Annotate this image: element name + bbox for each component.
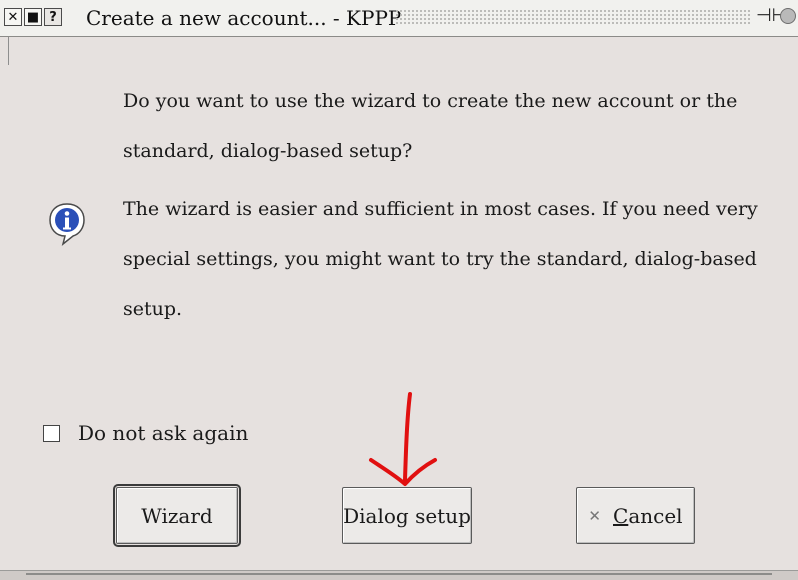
wizard-button-label: Wizard — [141, 503, 213, 528]
help-button[interactable]: ? — [44, 8, 62, 26]
settings-icon[interactable] — [780, 8, 796, 24]
maximize-button[interactable]: ■ — [24, 8, 42, 26]
message-text: Do you want to use the wizard to create … — [123, 76, 783, 334]
dialog-setup-button-label: Dialog setup — [343, 503, 471, 528]
close-button[interactable]: ✕ — [4, 8, 22, 26]
explanation-text: The wizard is easier and sufficient in m… — [123, 198, 758, 320]
wizard-button[interactable]: Wizard — [113, 484, 241, 547]
help-icon: ? — [49, 9, 57, 25]
cancel-button-label: Cancel — [613, 503, 683, 528]
info-icon — [49, 203, 85, 246]
maximize-icon: ■ — [26, 9, 40, 25]
do-not-ask-label[interactable]: Do not ask again — [78, 421, 248, 445]
titlebar-drag-area[interactable] — [395, 9, 752, 26]
arrow-down-icon — [369, 392, 437, 486]
question-text: Do you want to use the wizard to create … — [123, 90, 738, 162]
cancel-icon: ✕ — [588, 506, 601, 525]
titlebar: ✕ ■ ? Create a new account... - KPPP ⊣⊢ — [0, 0, 798, 37]
dialog-setup-button[interactable]: Dialog setup — [342, 487, 472, 544]
cancel-button[interactable]: ✕ Cancel — [576, 487, 695, 544]
window-title: Create a new account... - KPPP — [86, 6, 402, 30]
kppp-dialog-window: ✕ ■ ? Create a new account... - KPPP ⊣⊢ … — [0, 0, 798, 580]
do-not-ask-checkbox[interactable] — [43, 425, 60, 442]
close-icon: ✕ — [7, 9, 19, 25]
